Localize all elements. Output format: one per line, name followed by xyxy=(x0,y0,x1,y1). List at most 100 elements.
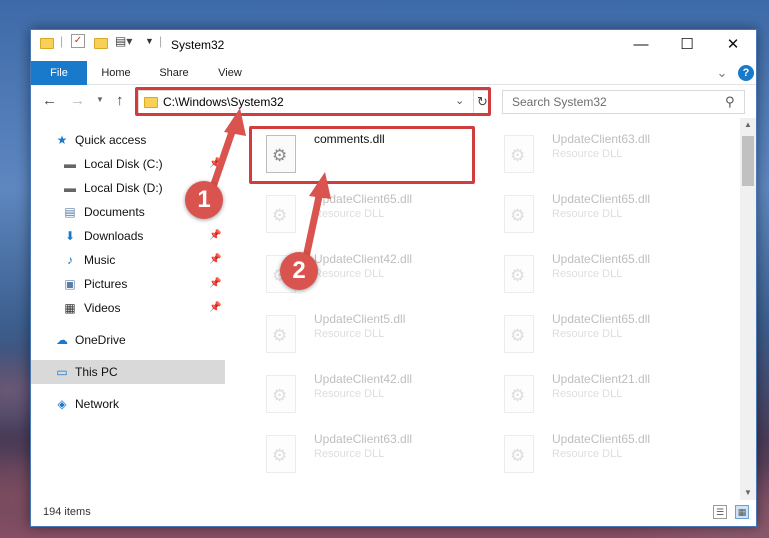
file-name: UpdateClient65.dll xyxy=(552,252,651,266)
drive-icon: ▬ xyxy=(64,181,76,195)
dll-file-icon xyxy=(266,315,296,353)
details-view-icon[interactable]: ☰ xyxy=(713,505,727,519)
nav-item-this-pc[interactable]: ▭ This PC xyxy=(31,360,225,384)
customize-toolbar-icon[interactable]: ▤▾ xyxy=(115,34,132,48)
item-count: 194 items xyxy=(43,506,91,518)
file-name: UpdateClient65.dll xyxy=(552,312,651,326)
file-type: Resource DLL xyxy=(314,208,385,220)
music-note-icon: ♪ xyxy=(67,253,73,267)
properties-icon[interactable]: ✓ xyxy=(71,34,85,48)
minimize-button[interactable]: — xyxy=(618,30,664,60)
scroll-down-icon[interactable]: ▼ xyxy=(740,486,756,500)
dll-file-icon xyxy=(504,315,534,353)
file-item[interactable]: UpdateClient65.dll Resource DLL xyxy=(489,303,709,359)
pin-icon[interactable]: 📌 xyxy=(209,254,221,265)
nav-item-music[interactable]: ♪ Music 📌 xyxy=(31,248,225,272)
file-item[interactable]: UpdateClient21.dll Resource DLL xyxy=(489,363,709,419)
nav-item-local-disk-c[interactable]: ▬ Local Disk (C:) 📌 xyxy=(31,152,225,176)
nav-item-downloads[interactable]: ⬇ Downloads 📌 xyxy=(31,224,225,248)
file-name: UpdateClient21.dll xyxy=(552,372,651,386)
nav-item-label: Network xyxy=(75,397,120,411)
nav-item-quick-access[interactable]: ★ Quick access xyxy=(31,128,225,152)
dll-file-icon xyxy=(266,435,296,473)
file-type: Resource DLL xyxy=(314,328,385,340)
file-type: Resource DLL xyxy=(314,448,385,460)
dll-file-icon xyxy=(266,375,296,413)
pin-icon[interactable]: 📌 xyxy=(209,278,221,289)
new-folder-icon[interactable] xyxy=(94,38,108,49)
scroll-up-icon[interactable]: ▲ xyxy=(740,118,756,132)
up-arrow-icon[interactable]: ↑ xyxy=(116,92,124,109)
file-name: UpdateClient65.dll xyxy=(314,192,413,206)
nav-item-label: Videos xyxy=(84,301,121,315)
forward-arrow-icon[interactable]: → xyxy=(70,92,85,109)
window-title: System32 xyxy=(171,38,225,52)
step-1-badge: 1 xyxy=(185,181,223,219)
download-arrow-icon: ⬇ xyxy=(64,229,76,243)
chevron-down-icon[interactable]: ▼ xyxy=(145,36,154,46)
address-bar-highlight xyxy=(135,87,491,116)
recent-locations-chevron-icon[interactable]: ▼ xyxy=(96,95,104,104)
maximize-button[interactable]: ☐ xyxy=(664,30,710,60)
status-bar: 194 items ☰ ▦ xyxy=(31,500,756,526)
file-item[interactable]: UpdateClient65.dll Resource DLL xyxy=(489,183,709,239)
nav-item-label: OneDrive xyxy=(75,333,126,347)
nav-item-pictures[interactable]: ▣ Pictures 📌 xyxy=(31,272,225,296)
pictures-icon: ▣ xyxy=(64,277,76,291)
file-item[interactable]: UpdateClient5.dll Resource DLL xyxy=(251,303,471,359)
dll-file-icon xyxy=(504,195,534,233)
file-item[interactable]: UpdateClient65.dll Resource DLL xyxy=(489,243,709,299)
file-name: UpdateClient65.dll xyxy=(552,192,651,206)
file-explorer-window: | ✓ ▤▾ ▼ | System32 — ☐ ✕ File Home Shar… xyxy=(30,29,757,527)
file-name: UpdateClient5.dll xyxy=(314,312,406,326)
file-type: Resource DLL xyxy=(552,448,623,460)
pin-icon[interactable]: 📌 xyxy=(209,230,221,241)
file-item[interactable]: UpdateClient63.dll Resource DLL xyxy=(489,123,709,179)
ribbon-tabs: File Home Share View ⌄ ? xyxy=(31,61,756,85)
chevron-down-icon[interactable]: ⌄ xyxy=(714,61,730,85)
divider: | xyxy=(60,34,64,48)
vertical-scrollbar[interactable]: ▲ ▼ xyxy=(740,118,756,500)
nav-item-label: Music xyxy=(84,253,116,267)
step-2-badge: 2 xyxy=(280,252,318,290)
file-item[interactable]: UpdateClient65.dll Resource DLL xyxy=(489,423,709,479)
dll-file-icon xyxy=(504,135,534,173)
file-name: UpdateClient42.dll xyxy=(314,252,413,266)
scroll-thumb[interactable] xyxy=(742,136,754,186)
search-icon[interactable]: ⚲ xyxy=(725,94,735,110)
file-item[interactable]: UpdateClient42.dll Resource DLL xyxy=(251,363,471,419)
nav-item-label: Downloads xyxy=(84,229,144,243)
title-bar: | ✓ ▤▾ ▼ | System32 — ☐ ✕ xyxy=(31,30,756,61)
tab-file[interactable]: File xyxy=(31,61,87,85)
nav-item-network[interactable]: ◈ Network xyxy=(31,392,225,416)
large-icons-view-icon[interactable]: ▦ xyxy=(735,505,749,519)
back-arrow-icon[interactable]: ← xyxy=(42,92,57,109)
cloud-icon: ☁ xyxy=(56,333,68,347)
film-icon: ▦ xyxy=(64,301,76,315)
pin-icon[interactable]: 📌 xyxy=(209,302,221,313)
search-input[interactable]: Search System32 ⚲ xyxy=(502,90,745,114)
folder-icon xyxy=(40,38,54,49)
file-type: Resource DLL xyxy=(552,208,623,220)
drive-icon: ▬ xyxy=(64,157,76,171)
pin-icon[interactable]: 📌 xyxy=(209,158,221,169)
close-button[interactable]: ✕ xyxy=(710,30,756,60)
tab-view[interactable]: View xyxy=(205,61,255,85)
file-item[interactable]: UpdateClient65.dll Resource DLL xyxy=(251,183,471,239)
nav-item-label: Documents xyxy=(84,205,145,219)
tab-home[interactable]: Home xyxy=(91,61,141,85)
help-icon[interactable]: ? xyxy=(738,65,754,81)
nav-item-onedrive[interactable]: ☁ OneDrive xyxy=(31,328,225,352)
file-name: UpdateClient65.dll xyxy=(552,432,651,446)
nav-item-label: Local Disk (C:) xyxy=(84,157,163,171)
file-item[interactable]: UpdateClient63.dll Resource DLL xyxy=(251,423,471,479)
tab-share[interactable]: Share xyxy=(149,61,199,85)
address-row: ← → ▼ ↑ C:\Windows\System32 ⌄ ↻ Search S… xyxy=(31,86,756,118)
file-type: Resource DLL xyxy=(552,268,623,280)
file-list: comments.dll UpdateClient65.dll Resource… xyxy=(236,118,742,500)
file-type: Resource DLL xyxy=(552,328,623,340)
nav-item-videos[interactable]: ▦ Videos 📌 xyxy=(31,296,225,320)
star-icon: ★ xyxy=(56,133,68,147)
divider: | xyxy=(159,34,163,48)
file-type: Resource DLL xyxy=(552,388,623,400)
